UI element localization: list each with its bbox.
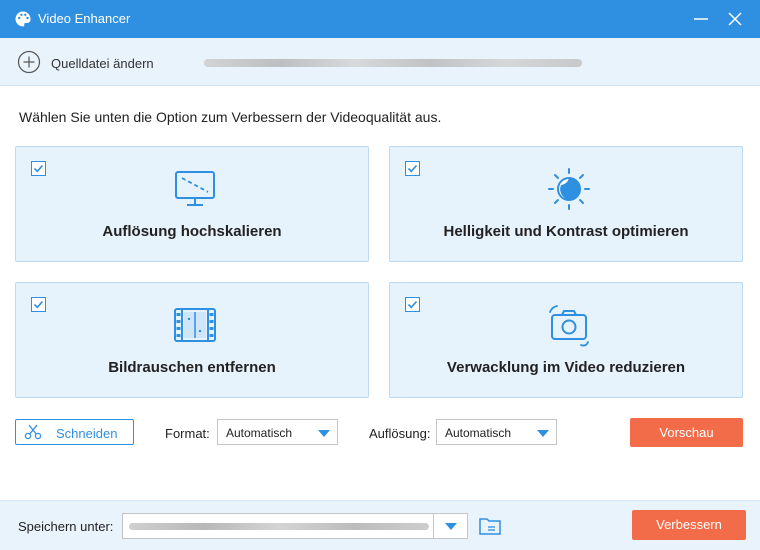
noise-checkbox[interactable] [31,297,46,312]
save-path-blurred [129,523,429,530]
shake-label: Verwacklung im Video reduzieren [446,359,686,376]
save-path-field[interactable] [122,513,468,539]
option-upscale-resolution[interactable]: Auflösung hochskalieren [15,146,369,262]
instruction-text: Wählen Sie unten die Option zum Verbesse… [19,109,442,125]
camera-icon [549,305,589,347]
monitor-icon [175,171,215,206]
brightness-icon [548,168,590,210]
option-remove-noise[interactable]: Bildrauschen entfernen [15,282,369,398]
format-label: Format: [165,426,210,441]
noise-label: Bildrauschen entfernen [108,359,276,376]
brightness-checkbox[interactable] [405,161,420,176]
chevron-down-icon [537,430,549,437]
window-title: Video Enhancer [38,11,131,26]
folder-icon[interactable] [478,515,502,537]
checkmark-icon [33,300,44,309]
divider [433,514,434,538]
checkmark-icon [33,164,44,173]
close-icon[interactable] [724,8,746,30]
palette-icon [15,11,31,27]
cut-label: Schneiden [56,426,118,441]
option-reduce-shake[interactable]: Verwacklung im Video reduzieren [389,282,743,398]
chevron-down-icon [318,430,330,437]
title-bar: Video Enhancer [0,0,760,38]
checkmark-icon [407,164,418,173]
preview-button[interactable]: Vorschau [630,418,743,447]
add-source-icon[interactable] [17,50,41,74]
source-bar: Quelldatei ändern [0,38,760,86]
resolution-value: Automatisch [445,426,512,440]
film-icon [174,308,216,342]
change-source-link[interactable]: Quelldatei ändern [51,56,154,71]
scissors-icon [24,424,42,440]
minimize-icon[interactable] [690,8,712,30]
format-select[interactable]: Automatisch [217,419,338,445]
resolution-select[interactable]: Automatisch [436,419,557,445]
option-brightness-contrast[interactable]: Helligkeit und Kontrast optimieren [389,146,743,262]
save-path-dropdown-icon[interactable] [445,523,457,530]
format-value: Automatisch [226,426,293,440]
brightness-label: Helligkeit und Kontrast optimieren [443,223,689,240]
checkmark-icon [407,300,418,309]
source-path-blurred [204,59,582,67]
upscale-label: Auflösung hochskalieren [102,223,282,240]
cut-button[interactable]: Schneiden [15,419,134,445]
save-to-label: Speichern unter: [18,519,114,534]
upscale-checkbox[interactable] [31,161,46,176]
enhance-button[interactable]: Verbessern [632,510,746,540]
shake-checkbox[interactable] [405,297,420,312]
resolution-label: Auflösung: [369,426,431,441]
